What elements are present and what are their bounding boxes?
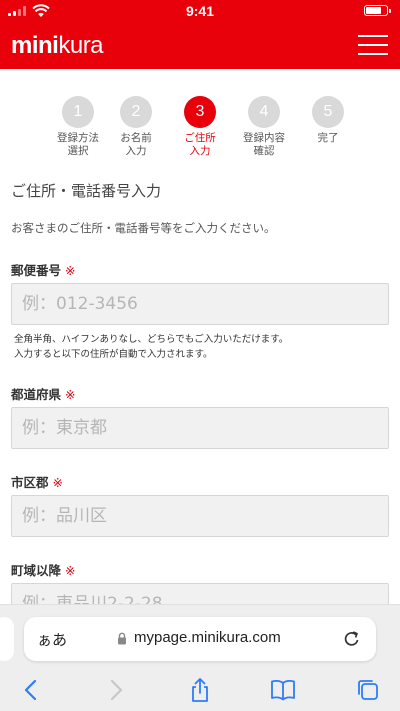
postal-code-label-text: 郵便番号 [11, 263, 62, 278]
step-5: 5 完了 [293, 96, 363, 145]
postal-code-note: 全角半角、ハイフンありなし、どちらでもご入力いただけます。 入力すると以下の住所… [14, 332, 288, 362]
city-input[interactable] [12, 496, 388, 536]
prefecture-label-text: 都道府県 [11, 387, 62, 402]
previous-tab-peek[interactable] [0, 617, 14, 661]
city-label-text: 市区郡 [11, 475, 49, 490]
required-mark: ※ [65, 563, 76, 578]
city-field[interactable] [11, 495, 389, 537]
step-label: 完了 [317, 132, 339, 144]
forward-icon[interactable] [103, 677, 129, 703]
step-4: 4 登録内容 確認 [229, 96, 299, 158]
step-number: 2 [120, 96, 152, 128]
status-time: 9:41 [185, 3, 215, 19]
page-title: ご住所・電話番号入力 [11, 182, 162, 200]
browser-toolbar: ぁあ mypage.minikura.com [0, 604, 400, 711]
intro-text: お客さまのご住所・電話番号等をご入力ください。 [11, 221, 276, 235]
postal-code-field[interactable] [11, 283, 389, 325]
required-mark: ※ [52, 475, 63, 490]
share-icon[interactable] [187, 677, 213, 703]
town-label: 町域以降 ※ [11, 560, 76, 579]
hamburger-icon[interactable] [356, 33, 390, 57]
step-number: 4 [248, 96, 280, 128]
town-label-text: 町域以降 [11, 563, 62, 578]
step-number: 3 [184, 96, 216, 128]
prefecture-input[interactable] [12, 408, 388, 448]
step-label: ご住所 入力 [184, 132, 216, 157]
postal-note-line-2: 入力すると以下の住所が自動で入力されます。 [14, 349, 213, 360]
site-header: minikura [0, 22, 400, 69]
city-label: 市区郡 ※ [11, 472, 63, 491]
postal-code-label: 郵便番号 ※ [11, 260, 76, 279]
battery-icon [364, 5, 391, 16]
back-icon[interactable] [18, 677, 44, 703]
page-settings-button[interactable]: ぁあ [37, 629, 67, 650]
postal-code-input[interactable] [12, 284, 388, 324]
step-number: 1 [62, 96, 94, 128]
tabs-icon[interactable] [355, 677, 381, 703]
status-bar: 9:41 [0, 0, 400, 22]
prefecture-label: 都道府県 ※ [11, 384, 76, 403]
step-label: 登録内容 確認 [243, 132, 285, 157]
bookmarks-icon[interactable] [270, 677, 296, 703]
registration-steps: 1 登録方法 選択 2 お名前 入力 3 ご住所 入力 4 登録内容 確認 5 … [0, 96, 400, 166]
step-2: 2 お名前 入力 [101, 96, 171, 158]
prefecture-field[interactable] [11, 407, 389, 449]
step-number: 5 [312, 96, 344, 128]
minikura-logo[interactable]: minikura [11, 32, 104, 60]
address-bar[interactable]: ぁあ mypage.minikura.com [24, 617, 376, 661]
reload-icon[interactable] [342, 629, 362, 649]
step-3-current: 3 ご住所 入力 [165, 96, 235, 158]
postal-note-line-1: 全角半角、ハイフンありなし、どちらでもご入力いただけます。 [14, 334, 289, 345]
step-label: お名前 入力 [120, 132, 152, 157]
url-text: mypage.minikura.com [134, 629, 281, 646]
logo-prefix: mini [11, 32, 59, 59]
required-mark: ※ [65, 387, 76, 402]
logo-suffix: kura [58, 32, 104, 59]
lock-icon [118, 632, 126, 645]
required-mark: ※ [65, 263, 76, 278]
